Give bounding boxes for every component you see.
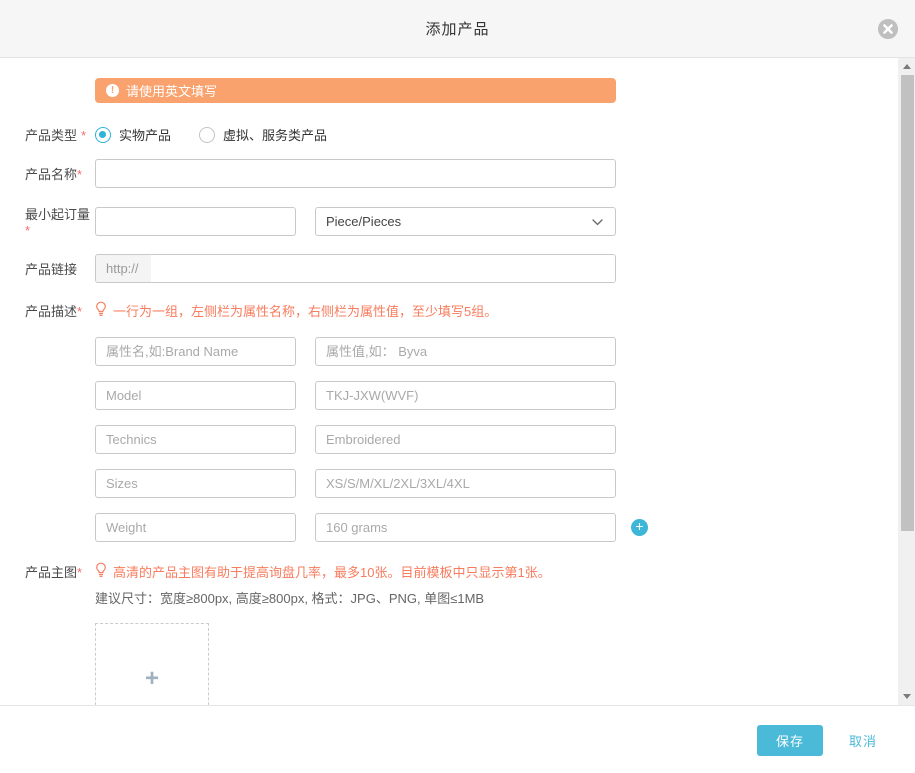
dialog-title: 添加产品 (425, 18, 489, 39)
save-button[interactable]: 保存 (757, 725, 823, 756)
product-name-input[interactable] (95, 159, 616, 188)
required-mark: * (77, 304, 82, 319)
moq-input[interactable] (95, 207, 296, 236)
main-image-label: 产品主图* (25, 560, 95, 581)
row-product-name: 产品名称* (25, 159, 915, 188)
attr-name-input[interactable] (95, 469, 296, 498)
notice-text: 请使用英文填写 (126, 81, 217, 100)
upload-plus-icon: + (145, 665, 159, 693)
required-mark: * (25, 223, 30, 238)
product-link-group: http:// (95, 254, 616, 283)
row-moq: 最小起订量* Piece/Pieces (25, 204, 915, 238)
main-image-hint: 高清的产品主图有助于提高询盘几率，最多10张。目前模板中只显示第1张。 (95, 560, 551, 581)
description-hint-text: 一行为一组，左侧栏为属性名称，右侧栏为属性值，至少填写5组。 (113, 301, 497, 320)
info-icon: ! (106, 84, 119, 97)
radio-virtual-product[interactable]: 虚拟、服务类产品 (199, 125, 327, 144)
scroll-down-icon[interactable] (898, 688, 915, 704)
dialog-footer: 保存 取消 (0, 707, 915, 773)
attr-value-input[interactable] (315, 337, 616, 366)
description-hint: 一行为一组，左侧栏为属性名称，右侧栏为属性值，至少填写5组。 (95, 299, 497, 320)
required-mark: * (81, 128, 86, 143)
attribute-row (95, 469, 915, 498)
vertical-scrollbar[interactable] (898, 58, 915, 705)
radio-unselected-icon (199, 127, 215, 143)
attr-value-input[interactable] (315, 381, 616, 410)
scrollbar-thumb[interactable] (901, 75, 914, 531)
radio-selected-icon (95, 127, 111, 143)
scroll-up-icon[interactable] (898, 58, 915, 74)
main-image-hint-text: 高清的产品主图有助于提高询盘几率，最多10张。目前模板中只显示第1张。 (113, 562, 551, 581)
attribute-row: + (95, 513, 915, 542)
attr-name-input[interactable] (95, 513, 296, 542)
attr-value-input[interactable] (315, 425, 616, 454)
attr-value-input[interactable] (315, 469, 616, 498)
radio-virtual-label: 虚拟、服务类产品 (223, 125, 327, 144)
description-label: 产品描述* (25, 299, 95, 320)
cancel-button[interactable]: 取消 (849, 731, 877, 750)
product-name-label: 产品名称* (25, 164, 95, 183)
moq-label: 最小起订量* (25, 204, 95, 238)
attribute-rows: + (95, 337, 915, 542)
attribute-row (95, 425, 915, 454)
product-type-label: 产品类型* (25, 125, 95, 144)
attribute-row (95, 337, 915, 366)
attr-name-input[interactable] (95, 337, 296, 366)
row-product-link: 产品链接 http:// (25, 254, 915, 283)
notice-banner: ! 请使用英文填写 (95, 78, 616, 103)
attribute-row (95, 381, 915, 410)
chevron-down-icon (592, 214, 603, 229)
moq-unit-value: Piece/Pieces (326, 214, 401, 229)
add-attribute-icon[interactable]: + (631, 519, 648, 536)
close-icon[interactable] (878, 19, 898, 39)
row-product-type: 产品类型* 实物产品 虚拟、服务类产品 (25, 125, 915, 144)
url-prefix: http:// (96, 255, 151, 282)
attr-name-input[interactable] (95, 425, 296, 454)
row-main-image: 产品主图* 高清的产品主图有助于提高询盘几率，最多10张。目前模板中只显示第1张… (25, 560, 915, 706)
lightbulb-icon (95, 562, 107, 581)
attr-value-input[interactable] (315, 513, 616, 542)
required-mark: * (77, 167, 82, 182)
dialog-header: 添加产品 (0, 0, 915, 58)
required-mark: * (77, 565, 82, 580)
moq-unit-select[interactable]: Piece/Pieces (315, 207, 616, 236)
product-link-label: 产品链接 (25, 259, 95, 278)
image-size-note: 建议尺寸：宽度≥800px, 高度≥800px, 格式：JPG、PNG, 单图≤… (95, 588, 551, 607)
product-link-input[interactable] (151, 255, 615, 282)
lightbulb-icon (95, 301, 107, 320)
row-description: 产品描述* 一行为一组，左侧栏为属性名称，右侧栏为属性值，至少填写5组。 (25, 299, 915, 320)
radio-physical-product[interactable]: 实物产品 (95, 125, 171, 144)
attr-name-input[interactable] (95, 381, 296, 410)
dialog-body: ! 请使用英文填写 产品类型* 实物产品 虚拟、服务类产品 产品名 (0, 58, 915, 706)
image-upload-box[interactable]: + (95, 623, 209, 706)
radio-physical-label: 实物产品 (119, 125, 171, 144)
